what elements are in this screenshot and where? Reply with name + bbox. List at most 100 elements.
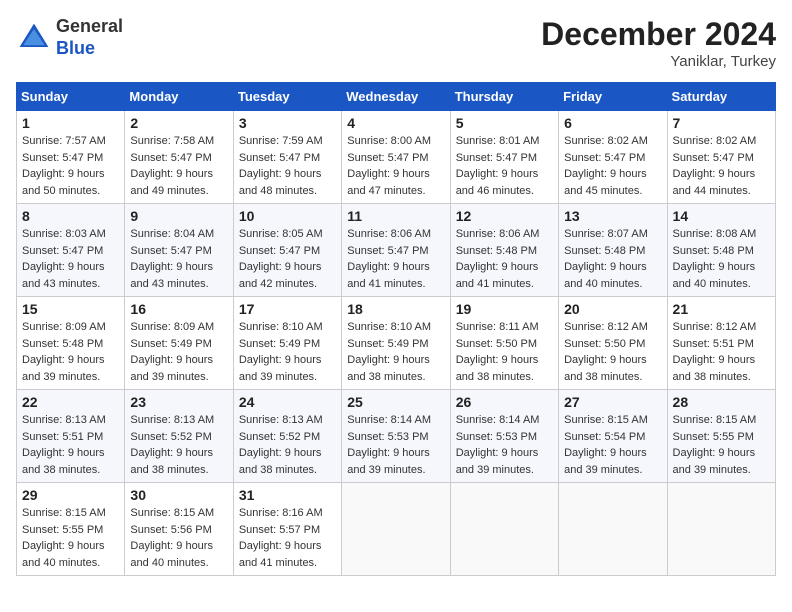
calendar-cell: 27Sunrise: 8:15 AMSunset: 5:54 PMDayligh… bbox=[559, 390, 667, 483]
calendar-cell: 13 Sunrise: 8:07 AMSunset: 5:48 PMDayligh… bbox=[559, 204, 667, 297]
calendar-cell: 22 Sunrise: 8:13 AMSunset: 5:51 PMDayligh… bbox=[17, 390, 125, 483]
day-number: 9 bbox=[130, 208, 227, 224]
calendar-cell bbox=[667, 483, 775, 576]
calendar-cell: 9 Sunrise: 8:04 AMSunset: 5:47 PMDaylight… bbox=[125, 204, 233, 297]
calendar-cell: 19 Sunrise: 8:11 AMSunset: 5:50 PMDayligh… bbox=[450, 297, 558, 390]
day-detail: Sunrise: 8:15 AMSunset: 5:56 PMDaylight:… bbox=[130, 507, 214, 569]
day-detail: Sunrise: 7:57 AMSunset: 5:47 PMDaylight:… bbox=[22, 135, 106, 197]
day-number: 24 bbox=[239, 394, 336, 410]
day-detail: Sunrise: 7:59 AMSunset: 5:47 PMDaylight:… bbox=[239, 135, 323, 197]
day-number: 17 bbox=[239, 301, 336, 317]
day-detail: Sunrise: 8:12 AMSunset: 5:50 PMDaylight:… bbox=[564, 321, 648, 383]
logo-text: General Blue bbox=[56, 16, 123, 59]
calendar-cell: 8Sunrise: 8:03 AMSunset: 5:47 PMDaylight… bbox=[17, 204, 125, 297]
calendar-week-3: 15Sunrise: 8:09 AMSunset: 5:48 PMDayligh… bbox=[17, 297, 776, 390]
calendar-cell: 26 Sunrise: 8:14 AMSunset: 5:53 PMDayligh… bbox=[450, 390, 558, 483]
day-detail: Sunrise: 8:15 AMSunset: 5:55 PMDaylight:… bbox=[22, 507, 106, 569]
weekday-header-wednesday: Wednesday bbox=[342, 83, 450, 111]
weekday-header-sunday: Sunday bbox=[17, 83, 125, 111]
day-detail: Sunrise: 8:07 AMSunset: 5:48 PMDaylight:… bbox=[564, 228, 648, 290]
calendar-cell: 30Sunrise: 8:15 AMSunset: 5:56 PMDayligh… bbox=[125, 483, 233, 576]
calendar-cell bbox=[342, 483, 450, 576]
day-detail: Sunrise: 8:15 AMSunset: 5:55 PMDaylight:… bbox=[673, 414, 757, 476]
day-number: 23 bbox=[130, 394, 227, 410]
day-number: 4 bbox=[347, 115, 444, 131]
calendar-cell: 31 Sunrise: 8:16 AMSunset: 5:57 PMDayligh… bbox=[233, 483, 341, 576]
logo-blue: Blue bbox=[56, 38, 95, 58]
day-number: 28 bbox=[673, 394, 770, 410]
location: Yaniklar, Turkey bbox=[541, 53, 776, 70]
day-number: 8 bbox=[22, 208, 119, 224]
day-number: 29 bbox=[22, 487, 119, 503]
day-detail: Sunrise: 8:12 AMSunset: 5:51 PMDaylight:… bbox=[673, 321, 757, 383]
day-detail: Sunrise: 8:13 AMSunset: 5:51 PMDaylight:… bbox=[22, 414, 106, 476]
calendar-week-4: 22 Sunrise: 8:13 AMSunset: 5:51 PMDayligh… bbox=[17, 390, 776, 483]
logo: General Blue bbox=[16, 16, 123, 59]
day-number: 15 bbox=[22, 301, 119, 317]
weekday-header-monday: Monday bbox=[125, 83, 233, 111]
day-number: 18 bbox=[347, 301, 444, 317]
day-detail: Sunrise: 8:16 AMSunset: 5:57 PMDaylight:… bbox=[239, 507, 323, 569]
weekday-header-row: SundayMondayTuesdayWednesdayThursdayFrid… bbox=[17, 83, 776, 111]
calendar-cell: 21Sunrise: 8:12 AMSunset: 5:51 PMDayligh… bbox=[667, 297, 775, 390]
calendar-cell: 5Sunrise: 8:01 AMSunset: 5:47 PMDaylight… bbox=[450, 111, 558, 204]
calendar-table: SundayMondayTuesdayWednesdayThursdayFrid… bbox=[16, 82, 776, 576]
day-detail: Sunrise: 8:13 AMSunset: 5:52 PMDaylight:… bbox=[239, 414, 323, 476]
day-detail: Sunrise: 8:14 AMSunset: 5:53 PMDaylight:… bbox=[456, 414, 540, 476]
weekday-header-tuesday: Tuesday bbox=[233, 83, 341, 111]
day-number: 1 bbox=[22, 115, 119, 131]
day-detail: Sunrise: 8:04 AMSunset: 5:47 PMDaylight:… bbox=[130, 228, 214, 290]
calendar-cell: 1 Sunrise: 7:57 AMSunset: 5:47 PMDaylight… bbox=[17, 111, 125, 204]
day-detail: Sunrise: 8:00 AMSunset: 5:47 PMDaylight:… bbox=[347, 135, 431, 197]
day-number: 20 bbox=[564, 301, 661, 317]
day-number: 5 bbox=[456, 115, 553, 131]
calendar-week-2: 8Sunrise: 8:03 AMSunset: 5:47 PMDaylight… bbox=[17, 204, 776, 297]
day-detail: Sunrise: 8:10 AMSunset: 5:49 PMDaylight:… bbox=[239, 321, 323, 383]
calendar-cell: 16 Sunrise: 8:09 AMSunset: 5:49 PMDayligh… bbox=[125, 297, 233, 390]
day-number: 12 bbox=[456, 208, 553, 224]
calendar-cell bbox=[450, 483, 558, 576]
calendar-cell: 11 Sunrise: 8:06 AMSunset: 5:47 PMDayligh… bbox=[342, 204, 450, 297]
day-detail: Sunrise: 8:05 AMSunset: 5:47 PMDaylight:… bbox=[239, 228, 323, 290]
day-detail: Sunrise: 8:08 AMSunset: 5:48 PMDaylight:… bbox=[673, 228, 757, 290]
day-number: 13 bbox=[564, 208, 661, 224]
weekday-header-thursday: Thursday bbox=[450, 83, 558, 111]
calendar-cell: 20 Sunrise: 8:12 AMSunset: 5:50 PMDayligh… bbox=[559, 297, 667, 390]
day-number: 2 bbox=[130, 115, 227, 131]
calendar-cell: 18 Sunrise: 8:10 AMSunset: 5:49 PMDayligh… bbox=[342, 297, 450, 390]
day-number: 3 bbox=[239, 115, 336, 131]
day-detail: Sunrise: 8:09 AMSunset: 5:49 PMDaylight:… bbox=[130, 321, 214, 383]
title-block: December 2024 Yaniklar, Turkey bbox=[541, 16, 776, 70]
day-detail: Sunrise: 8:06 AMSunset: 5:48 PMDaylight:… bbox=[456, 228, 540, 290]
weekday-header-saturday: Saturday bbox=[667, 83, 775, 111]
calendar-cell: 14Sunrise: 8:08 AMSunset: 5:48 PMDayligh… bbox=[667, 204, 775, 297]
day-number: 11 bbox=[347, 208, 444, 224]
day-detail: Sunrise: 8:11 AMSunset: 5:50 PMDaylight:… bbox=[456, 321, 539, 383]
day-detail: Sunrise: 8:02 AMSunset: 5:47 PMDaylight:… bbox=[564, 135, 648, 197]
page-header: General Blue December 2024 Yaniklar, Tur… bbox=[16, 16, 776, 70]
day-detail: Sunrise: 8:02 AMSunset: 5:47 PMDaylight:… bbox=[673, 135, 757, 197]
day-detail: Sunrise: 7:58 AMSunset: 5:47 PMDaylight:… bbox=[130, 135, 214, 197]
weekday-header-friday: Friday bbox=[559, 83, 667, 111]
calendar-cell: 25Sunrise: 8:14 AMSunset: 5:53 PMDayligh… bbox=[342, 390, 450, 483]
logo-general: General bbox=[56, 16, 123, 36]
day-detail: Sunrise: 8:10 AMSunset: 5:49 PMDaylight:… bbox=[347, 321, 431, 383]
calendar-cell: 23Sunrise: 8:13 AMSunset: 5:52 PMDayligh… bbox=[125, 390, 233, 483]
day-detail: Sunrise: 8:06 AMSunset: 5:47 PMDaylight:… bbox=[347, 228, 431, 290]
day-number: 31 bbox=[239, 487, 336, 503]
calendar-header: SundayMondayTuesdayWednesdayThursdayFrid… bbox=[17, 83, 776, 111]
day-number: 16 bbox=[130, 301, 227, 317]
day-detail: Sunrise: 8:14 AMSunset: 5:53 PMDaylight:… bbox=[347, 414, 431, 476]
calendar-week-1: 1 Sunrise: 7:57 AMSunset: 5:47 PMDaylight… bbox=[17, 111, 776, 204]
calendar-cell: 7Sunrise: 8:02 AMSunset: 5:47 PMDaylight… bbox=[667, 111, 775, 204]
calendar-cell: 6Sunrise: 8:02 AMSunset: 5:47 PMDaylight… bbox=[559, 111, 667, 204]
day-number: 19 bbox=[456, 301, 553, 317]
calendar-cell: 29 Sunrise: 8:15 AMSunset: 5:55 PMDayligh… bbox=[17, 483, 125, 576]
calendar-cell: 12 Sunrise: 8:06 AMSunset: 5:48 PMDayligh… bbox=[450, 204, 558, 297]
month-title: December 2024 bbox=[541, 16, 776, 53]
calendar-week-5: 29 Sunrise: 8:15 AMSunset: 5:55 PMDayligh… bbox=[17, 483, 776, 576]
day-number: 26 bbox=[456, 394, 553, 410]
calendar-cell: 10Sunrise: 8:05 AMSunset: 5:47 PMDayligh… bbox=[233, 204, 341, 297]
calendar-cell: 2 Sunrise: 7:58 AMSunset: 5:47 PMDaylight… bbox=[125, 111, 233, 204]
day-number: 22 bbox=[22, 394, 119, 410]
